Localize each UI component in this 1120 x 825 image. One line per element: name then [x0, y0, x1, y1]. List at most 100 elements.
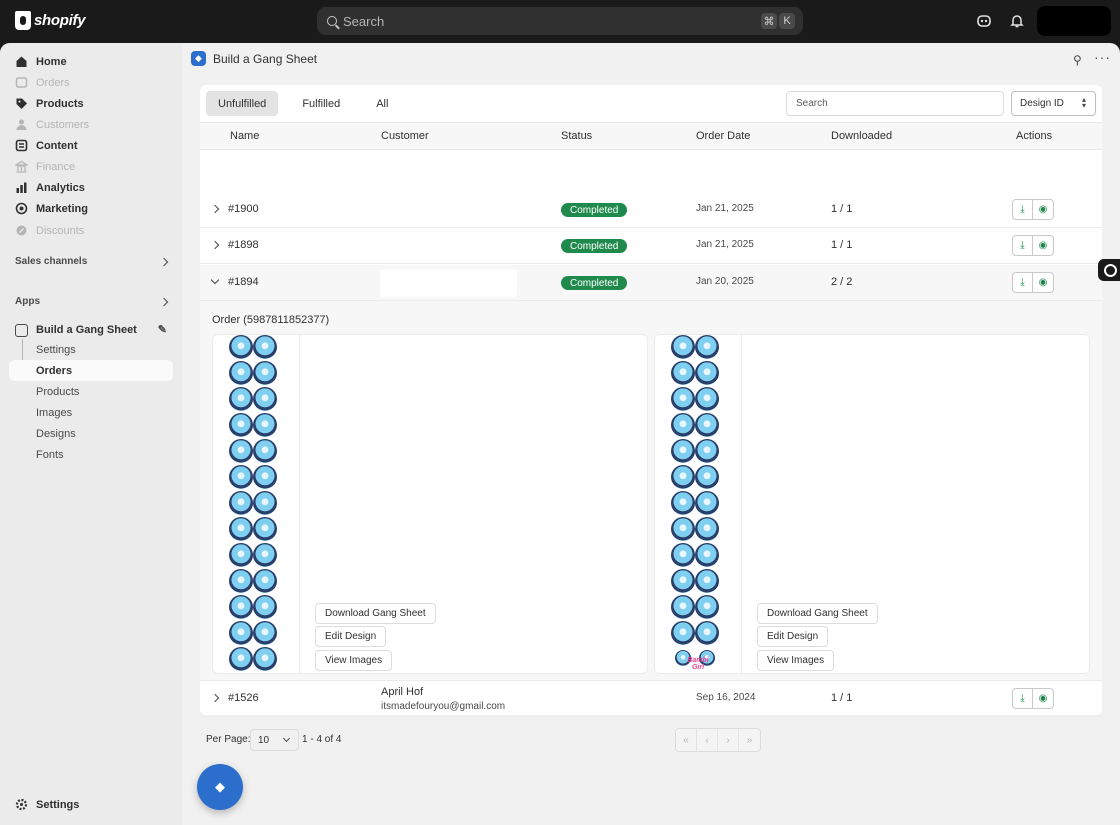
sidebar-subitem-products[interactable]: Products [36, 381, 79, 402]
sidebar-item-analytics[interactable]: Analytics [15, 177, 85, 198]
eye-icon[interactable]: ◉ [1033, 688, 1054, 709]
app-logo-icon: ◆ [191, 51, 206, 66]
design-id-select[interactable]: Design ID ▴ ▾ [1011, 91, 1096, 116]
pin-icon[interactable]: ✎ [158, 323, 167, 336]
sidebar-item-products[interactable]: Products [15, 93, 84, 114]
sidebar-subitem-fonts[interactable]: Fonts [36, 444, 64, 465]
download-icon[interactable]: ⤓ [1012, 272, 1033, 293]
chevron-right-icon[interactable] [210, 693, 220, 703]
last-page-icon[interactable]: » [739, 729, 760, 751]
shopify-bag-icon [15, 11, 31, 30]
table-footer: Per Page: 10 1 - 4 of 4 « ‹ › » [206, 728, 1096, 752]
chevron-right-icon[interactable] [210, 240, 220, 250]
sticker-thumbnail [671, 621, 695, 645]
tab-unfulfilled[interactable]: Unfulfilled [206, 91, 279, 116]
store-menu-button[interactable] [1037, 6, 1111, 36]
sidebar-subitem-images[interactable]: Images [36, 402, 72, 423]
chevron-right-icon[interactable] [210, 204, 220, 214]
status-badge: Completed [561, 203, 628, 217]
per-page-select[interactable]: 10 [250, 729, 299, 751]
download-gang-sheet-button[interactable]: Download Gang Sheet [757, 603, 878, 624]
sidebar-item-settings[interactable]: Settings [15, 794, 79, 815]
sticker-thumbnail [695, 361, 719, 385]
table-row[interactable]: #1894 Completed Jan 20, 2025 2 / 2 ⤓ ◉ [200, 265, 1102, 301]
eye-icon[interactable]: ◉ [1033, 272, 1054, 293]
table-header: Name Customer Status Order Date Download… [200, 122, 1102, 150]
sticker-thumbnail [229, 335, 253, 359]
sidebar-item-label: Analytics [36, 181, 85, 194]
sticker-grid [671, 335, 719, 673]
global-search[interactable]: Search ⌘ K [317, 7, 803, 35]
sidebar-subitem-settings[interactable]: Settings [36, 339, 76, 360]
sidebar-item-discounts[interactable]: Discounts [15, 220, 84, 241]
column-header-order-date[interactable]: Order Date [696, 130, 750, 142]
shopify-logo[interactable]: shopify [15, 11, 86, 30]
sidebar-item-orders[interactable]: Orders [15, 72, 70, 93]
sidebar-item-label: Home [36, 55, 67, 68]
chevron-down-icon[interactable] [210, 275, 220, 285]
order-detail-panel: Order (5987811852377) Download Gang Shee… [200, 301, 1102, 681]
column-header-status[interactable]: Status [561, 130, 592, 142]
design-id-select-value: Design ID [1020, 98, 1064, 109]
eye-icon[interactable]: ◉ [1033, 199, 1054, 220]
download-gang-sheet-button[interactable]: Download Gang Sheet [315, 603, 436, 624]
eye-icon[interactable]: ◉ [1033, 235, 1054, 256]
download-icon[interactable]: ⤓ [1012, 235, 1033, 256]
next-page-icon[interactable]: › [718, 729, 739, 751]
sidebar-item-marketing[interactable]: Marketing [15, 198, 88, 219]
column-header-downloaded[interactable]: Downloaded [831, 130, 892, 142]
download-icon[interactable]: ⤓ [1012, 688, 1033, 709]
sticker-thumbnail [229, 543, 253, 567]
orders-icon [15, 77, 28, 88]
sidebar-item-customers[interactable]: Customers [15, 114, 89, 135]
gang-sheet-preview[interactable] [213, 335, 300, 673]
orders-search-input[interactable]: Search [786, 91, 1004, 116]
edit-design-button[interactable]: Edit Design [315, 626, 387, 647]
sticker-thumbnail [695, 621, 719, 645]
app-icon [15, 323, 28, 337]
table-row[interactable]: #1900 Completed Jan 21, 2025 1 / 1 ⤓ ◉ [200, 192, 1102, 228]
person-icon [16, 119, 27, 130]
sticker-thumbnail [671, 595, 695, 619]
first-page-icon[interactable]: « [676, 729, 697, 751]
tab-fulfilled[interactable]: Fulfilled [290, 91, 352, 116]
customer-name: April Hof [381, 686, 424, 698]
column-header-name[interactable]: Name [230, 130, 259, 142]
sticker-thumbnail [229, 439, 253, 463]
order-name: #1898 [228, 239, 259, 251]
prev-page-icon[interactable]: ‹ [697, 729, 718, 751]
tab-all[interactable]: All [364, 91, 400, 116]
order-date: Sep 16, 2024 [696, 692, 756, 703]
column-header-customer[interactable]: Customer [381, 130, 429, 142]
view-images-button[interactable]: View Images [315, 650, 393, 671]
customer-email: itsmadefouryou@gmail.com [381, 701, 506, 712]
sidebar-item-finance[interactable]: Finance [15, 156, 75, 177]
sticker-text: Bambi Girl [687, 657, 709, 671]
order-date: Jan 21, 2025 [696, 239, 754, 250]
logo-text: shopify [34, 12, 86, 29]
pin-icon[interactable]: ⚲ [1073, 53, 1082, 67]
side-panel-toggle[interactable] [1098, 259, 1120, 281]
home-icon [16, 56, 27, 67]
sidebar-item-content[interactable]: Content [15, 135, 78, 156]
download-icon[interactable]: ⤓ [1012, 199, 1033, 220]
apps-section[interactable]: Apps [15, 296, 175, 307]
sales-channels-section[interactable]: Sales channels [15, 256, 175, 267]
sidebar-item-home[interactable]: Home [15, 51, 67, 72]
sidekick-icon[interactable] [976, 13, 992, 29]
downloaded-count: 2 / 2 [831, 276, 853, 288]
more-icon[interactable]: ··· [1094, 49, 1111, 65]
sticker-thumbnail [253, 621, 277, 645]
sidebar-app-build-a-gang-sheet[interactable]: Build a Gang Sheet ✎ [15, 320, 170, 340]
view-images-button[interactable]: View Images [757, 650, 835, 671]
table-row[interactable]: #1526 April Hof itsmadefouryou@gmail.com… [200, 681, 1102, 717]
sidebar-subitem-designs[interactable]: Designs [36, 423, 76, 444]
app-help-button[interactable]: ◆ [197, 764, 243, 810]
sidebar-subitem-orders[interactable]: Orders [9, 360, 173, 381]
bell-icon[interactable] [1009, 13, 1025, 29]
edit-design-button[interactable]: Edit Design [757, 626, 829, 647]
table-row[interactable]: #1898 Completed Jan 21, 2025 1 / 1 ⤓ ◉ [200, 228, 1102, 264]
sticker-thumbnail [671, 569, 695, 593]
order-tabs: Unfulfilled Fulfilled All [206, 91, 412, 116]
gang-sheet-preview[interactable]: Bambi Girl [655, 335, 742, 673]
